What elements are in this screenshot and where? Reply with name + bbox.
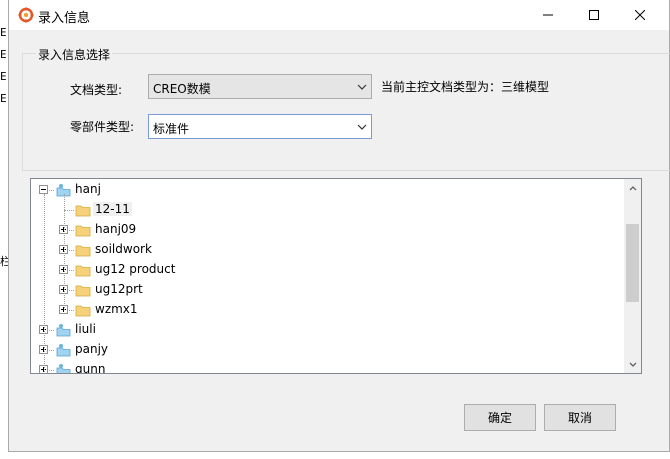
tree-node[interactable]: hanj	[31, 180, 623, 200]
doc-type-select[interactable]: CREO数模	[148, 74, 372, 99]
background-window-text: E	[0, 26, 7, 39]
collapse-icon[interactable]	[39, 185, 48, 194]
doc-type-label: 文档类型:	[70, 83, 123, 97]
part-type-label: 零部件类型:	[70, 120, 135, 134]
tree-node-label: wzmx1	[95, 302, 138, 316]
screen: E E E E 栏 录入信息 录入信息选择 文档类型: CREO数模 当前主控文…	[0, 0, 670, 459]
folder-icon	[75, 262, 91, 278]
folder-tree[interactable]: hanj 12-11 hanj09 soildwork ug12 product ug12…	[30, 178, 642, 374]
chevron-down-icon	[629, 362, 636, 367]
part-type-select[interactable]: 标准件	[148, 114, 372, 139]
tree-node-label: qunn	[75, 362, 106, 374]
tree-node[interactable]: soildwork	[31, 240, 623, 260]
app-logo-icon	[18, 7, 34, 23]
tree-node[interactable]: hanj09	[31, 220, 623, 240]
tree-guide-line	[64, 194, 65, 310]
minimize-icon	[543, 14, 553, 16]
minimize-button[interactable]	[525, 0, 571, 30]
tree-node-label: soildwork	[95, 242, 152, 256]
window-title: 录入信息	[38, 11, 91, 26]
folder-icon	[75, 202, 91, 218]
maximize-icon	[589, 10, 599, 20]
tree-node-label: hanj09	[95, 222, 137, 236]
doc-type-value: CREO数模	[153, 82, 211, 96]
tree-node-label: ug12 product	[95, 262, 176, 276]
tree-node-label: hanj	[75, 182, 101, 196]
tree-node[interactable]: panjy	[31, 340, 623, 360]
group-legend: 录入信息选择	[36, 46, 113, 63]
tree-node[interactable]: qunn	[31, 360, 623, 374]
user-folder-icon	[55, 182, 71, 198]
cancel-button[interactable]: 取消	[544, 404, 616, 431]
current-doc-type-hint: 当前主控文档类型为：三维模型	[381, 80, 550, 94]
tree-node-label: liuli	[75, 322, 96, 336]
tree-node[interactable]: wzmx1	[31, 300, 623, 320]
tree-node[interactable]: ug12prt	[31, 280, 623, 300]
chevron-up-icon	[629, 185, 636, 190]
tree-node-label: 12-11	[93, 202, 132, 216]
tree-guide-line	[44, 194, 45, 373]
tree-node[interactable]: 12-11	[31, 200, 623, 220]
close-icon	[635, 10, 645, 20]
tree-connector	[64, 210, 74, 211]
ok-button[interactable]: 确定	[464, 404, 536, 431]
user-folder-icon	[55, 342, 71, 358]
tree-node-label: ug12prt	[95, 282, 143, 296]
part-type-value: 标准件	[153, 122, 190, 136]
entry-info-group	[22, 53, 670, 171]
user-folder-icon	[55, 362, 71, 373]
background-window-text: E	[0, 48, 7, 61]
folder-icon	[75, 222, 91, 238]
chevron-down-icon	[357, 124, 367, 130]
entry-info-dialog: 录入信息 录入信息选择 文档类型: CREO数模 当前主控文档类型为：三维模型 …	[8, 0, 670, 452]
close-button[interactable]	[617, 0, 663, 30]
tree-scrollbar[interactable]	[624, 179, 641, 373]
title-bar[interactable]: 录入信息	[9, 0, 669, 30]
folder-icon	[75, 302, 91, 318]
folder-icon	[75, 242, 91, 258]
background-window-text: E	[0, 70, 7, 83]
maximize-button[interactable]	[571, 0, 617, 30]
folder-icon	[75, 282, 91, 298]
user-folder-icon	[55, 322, 71, 338]
chevron-down-icon	[357, 84, 367, 90]
tree-node-label: panjy	[75, 342, 109, 356]
scroll-down-button[interactable]	[624, 356, 641, 373]
tree-node[interactable]: liuli	[31, 320, 623, 340]
background-window-text: 栏	[0, 255, 8, 268]
scroll-up-button[interactable]	[624, 179, 641, 196]
tree-node[interactable]: ug12 product	[31, 260, 623, 280]
background-window-text: E	[0, 92, 7, 105]
scroll-thumb[interactable]	[626, 224, 639, 302]
